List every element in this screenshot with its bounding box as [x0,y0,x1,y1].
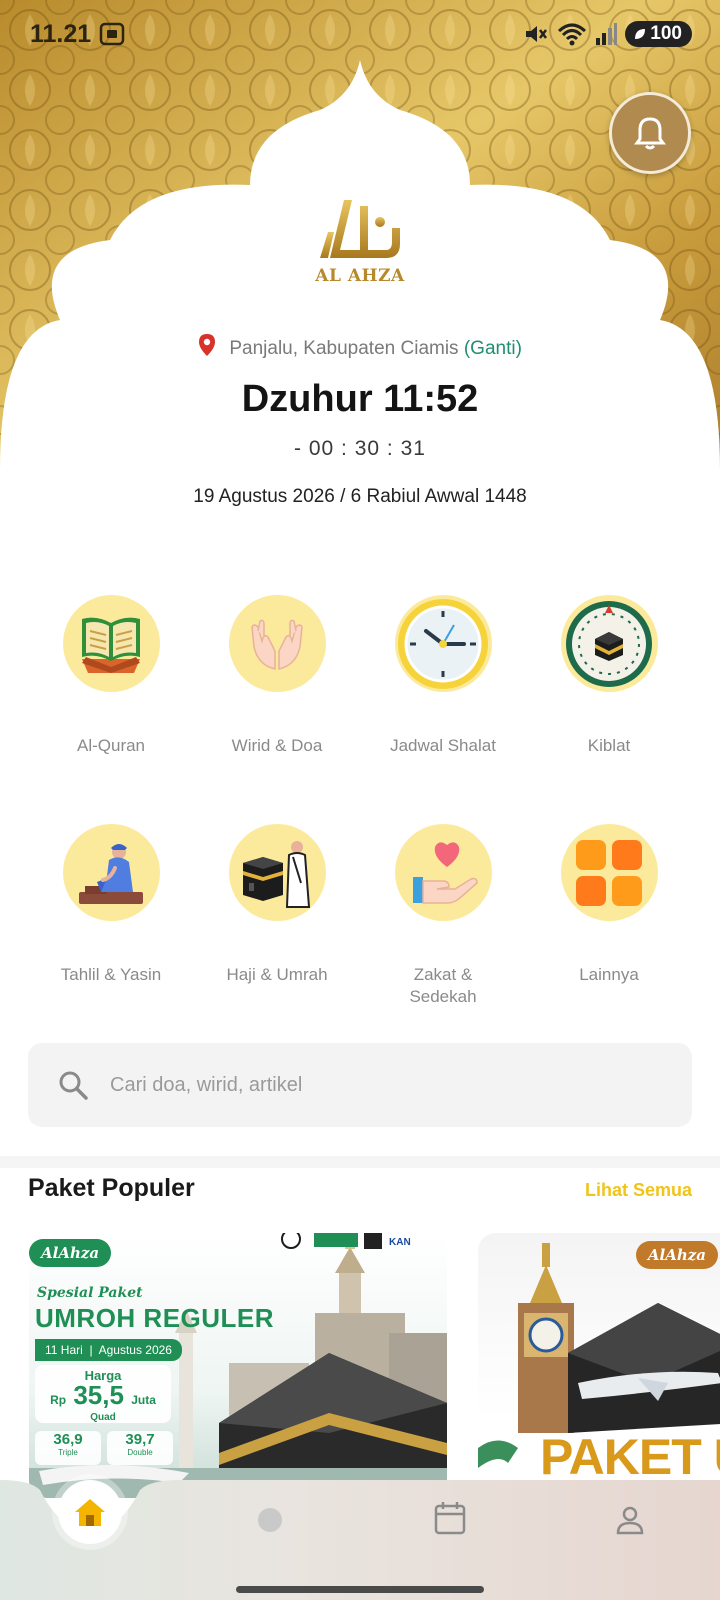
circle-icon [258,1508,282,1532]
price-unit: Juta [131,1393,156,1407]
menu-label: Jadwal Shalat [390,736,496,755]
menu-icon-circle [62,824,160,921]
price-triple-label: Triple [58,1448,78,1457]
price-double-value: 39,7 [125,1431,155,1448]
brand-badge: AlAhza [29,1239,112,1267]
location-pin-icon [199,334,216,356]
section-divider [0,1156,720,1168]
header: 11.21 100 AL AHZA Panjalu, Kabupaten Cia… [0,0,720,520]
heart-hand-icon [413,841,478,904]
menu-icon-circle [560,595,658,692]
menu-label: Lainnya [579,965,639,984]
brand-badge: AlAhza [635,1241,718,1269]
app-logo: AL AHZA [300,192,420,292]
menu-lainnya[interactable]: Lainnya [529,824,689,986]
status-bar: 11.21 100 [0,0,720,70]
compass-icon [566,600,652,687]
menu-jadwal-shalat[interactable]: Jadwal Shalat [363,595,523,757]
quran-icon [82,617,140,673]
battery-indicator: 100 [625,21,692,47]
menu-label: Wirid & Doa [231,736,323,755]
menu-zakat-sedekah[interactable]: Zakat & Sedekah [363,824,523,1008]
mute-icon [526,26,548,42]
location-text: Panjalu, Kabupaten Ciamis [229,338,459,359]
menu-label: Tahlil & Yasin [60,965,162,984]
next-prayer: Dzuhur 11:52 [241,378,479,420]
package-card[interactable]: KAN AlAhza Spesial Paket UMROH REGULER 1… [29,1233,447,1498]
menu-tahlil-yasin[interactable]: Tahlil & Yasin [31,824,191,986]
logo-text: AL AHZA [315,266,405,286]
signal-icon [596,23,618,45]
kaaba-pilgrim-icon [243,840,311,908]
search-input[interactable] [110,1073,650,1097]
search-icon [59,1071,88,1100]
duration-text: 11 Hari [45,1343,83,1357]
change-location-link[interactable]: (Ganti) [464,338,522,359]
menu-icon-circle [228,595,326,692]
menu-icon-circle [394,824,492,921]
menu-label: Al-Quran [76,736,146,755]
menu-wirid-doa[interactable]: Wirid & Doa [197,595,357,757]
battery-level: 100 [650,23,682,44]
menu-icon-circle [62,595,160,692]
menu-label: Haji & Umrah [226,965,328,984]
price-double: 39,7 Double [107,1431,173,1465]
partner-logo-kan: KAN [389,1237,411,1248]
price-triple-value: 36,9 [53,1431,83,1448]
month-text: Agustus 2026 [98,1343,172,1357]
price-type: Quad [90,1412,116,1423]
nav-prayer[interactable] [240,1490,300,1550]
price-currency: Rp [50,1393,67,1407]
menu-icon-circle [228,824,326,921]
notification-button[interactable] [609,92,691,174]
see-all-link[interactable]: Lihat Semua [585,1180,692,1201]
promo-duration: 11 Hari | Agustus 2026 [35,1339,182,1361]
screenshot-icon [99,22,125,46]
price-box: Harga Rp 35,5 Juta Quad [35,1365,171,1423]
menu-label: Kiblat [587,736,631,755]
menu-al-quran[interactable]: Al-Quran [31,595,191,757]
menu-icon-circle [394,595,492,692]
nav-profile[interactable] [600,1490,660,1550]
nav-calendar[interactable] [420,1488,480,1548]
search-bar[interactable] [28,1043,692,1127]
prayer-countdown: - 00 : 30 : 31 [294,437,426,460]
price-double-label: Double [127,1448,153,1457]
leaf-icon [635,29,646,39]
home-icon [75,1499,105,1526]
price-value: Rp 35,5 Juta [35,1380,171,1412]
praying-hands-icon [251,619,303,670]
bottom-navigation [0,1480,720,1600]
nav-home[interactable] [58,1480,122,1544]
logo-mark [320,200,400,258]
price-amount: 35,5 [73,1380,124,1410]
bell-icon [634,117,666,150]
praying-person-icon [79,843,143,904]
date-text: 19 Agustus 2026 / 6 Rabiul Awwal 1448 [193,486,527,507]
package-card[interactable]: AlAhza PAKET UM [478,1233,720,1498]
section-title: Paket Populer [28,1174,195,1202]
promo-title: PAKET UM [540,1429,720,1485]
promo-title: UMROH REGULER [35,1303,275,1333]
status-icons: 100 [523,20,692,48]
menu-label: Zakat & Sedekah [409,965,477,1006]
wifi-icon [558,23,587,46]
clock-icon [398,598,488,689]
menu-kiblat[interactable]: Kiblat [529,595,689,757]
price-triple: 36,9 Triple [35,1431,101,1465]
status-time: 11.21 [30,20,92,48]
grid-icon [576,839,642,906]
menu-haji-umrah[interactable]: Haji & Umrah [197,824,357,986]
location-row: Panjalu, Kabupaten Ciamis (Ganti) [0,333,720,360]
gesture-handle[interactable] [236,1586,484,1593]
profile-icon [616,1506,644,1535]
promo-subtitle: Spesial Paket [37,1285,143,1301]
menu-icon-circle [560,824,658,921]
calendar-icon [434,1502,466,1535]
